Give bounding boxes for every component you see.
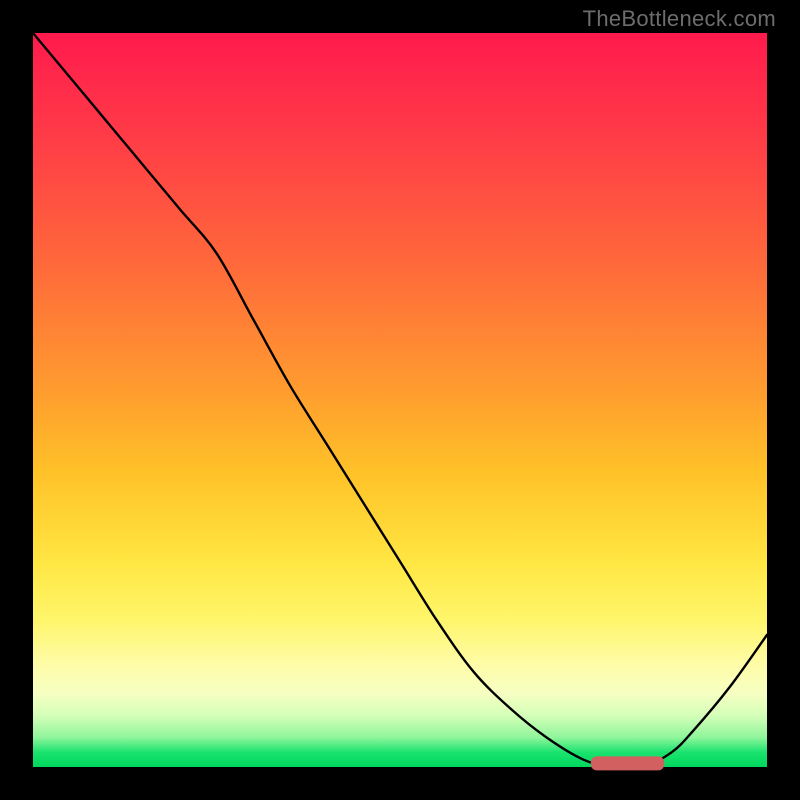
optimal-range-marker [591, 756, 664, 770]
bottleneck-curve [33, 33, 767, 768]
chart-frame: TheBottleneck.com [0, 0, 800, 800]
chart-overlay [33, 33, 767, 767]
watermark-label: TheBottleneck.com [583, 6, 776, 32]
